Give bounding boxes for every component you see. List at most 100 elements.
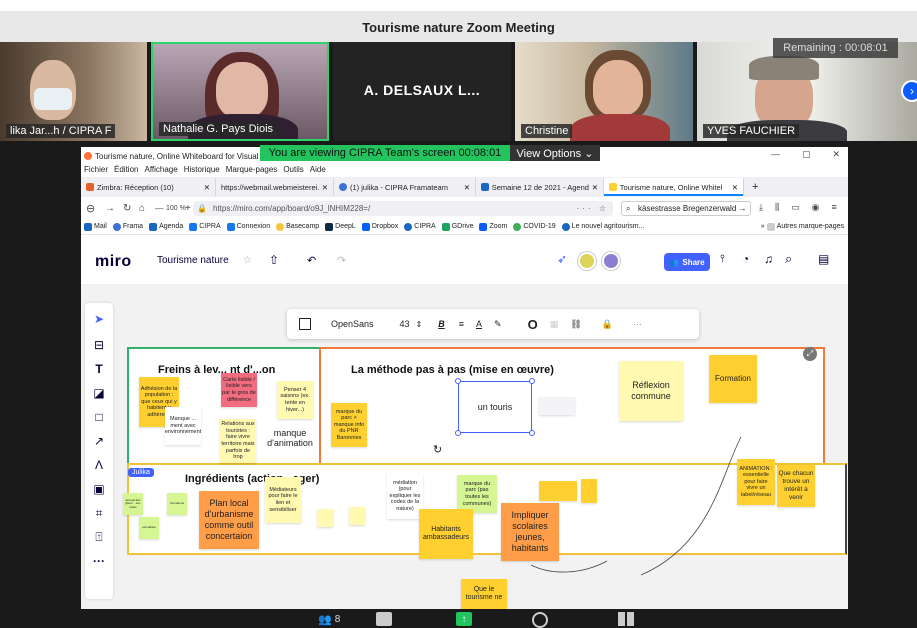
- sidebar-icon[interactable]: ▭: [791, 202, 800, 213]
- menu-icon[interactable]: ≡: [832, 202, 837, 213]
- zoom-out-icon[interactable]: —: [155, 203, 164, 213]
- bookmark-connexion[interactable]: Connexion: [226, 222, 270, 231]
- upload-tool-icon[interactable]: ⍐: [91, 529, 107, 545]
- shape-style-icon[interactable]: [299, 318, 311, 330]
- reload-icon[interactable]: ↻: [123, 203, 131, 214]
- view-options-button[interactable]: View Options ⌄: [510, 145, 600, 161]
- bookmark-frama[interactable]: Frama: [112, 222, 143, 231]
- participant-tile-3[interactable]: A. DELSAUX L...: [333, 42, 511, 141]
- search-box[interactable]: ⌕ käsestrasse Bregenzerwald →: [621, 201, 751, 216]
- bookmark-cipra-2[interactable]: CIPRA: [404, 222, 436, 231]
- sticky-note[interactable]: formations: [167, 493, 187, 515]
- sticky-note[interactable]: médiation (pour expliquer les codes de l…: [387, 473, 423, 519]
- tab-zimbra[interactable]: Zimbra: Réception (10) ✕: [81, 178, 216, 196]
- miro-canvas[interactable]: ➤ ⊟ T ◪ □ ↗ Λ ▣ ⌗ ⍐ ··· OpenSans 43 ⇕ B …: [81, 285, 848, 609]
- board-name[interactable]: Tourisme nature: [157, 255, 229, 266]
- redo-icon[interactable]: ↷: [337, 254, 346, 267]
- align-icon[interactable]: ≡: [459, 319, 464, 329]
- timer-icon[interactable]: ◔: [742, 252, 749, 266]
- library-icon[interactable]: ⫼: [775, 202, 779, 213]
- minimize-icon[interactable]: —: [771, 149, 780, 160]
- close-icon[interactable]: ✕: [832, 149, 840, 160]
- menu-marque-pages[interactable]: Marque-pages: [226, 165, 278, 177]
- font-size-stepper-icon[interactable]: ⇕: [416, 320, 423, 329]
- font-family-select[interactable]: OpenSans: [331, 319, 374, 329]
- font-size-value[interactable]: 43: [400, 319, 410, 329]
- frame-tool-icon[interactable]: ⌗: [91, 505, 107, 521]
- participant-tile-1[interactable]: lika Jar...h / CIPRA F: [0, 42, 147, 141]
- collaborator-avatar[interactable]: [578, 252, 596, 270]
- participant-tile-4[interactable]: Christine: [515, 42, 693, 141]
- text-manque-animation[interactable]: manque d'animation: [257, 428, 323, 448]
- menu-fichier[interactable]: Fichier: [84, 165, 108, 177]
- bookmark-others[interactable]: » Autres marque-pages: [761, 222, 844, 231]
- bookmark-basecamp[interactable]: Basecamp: [276, 222, 319, 231]
- record-icon[interactable]: [532, 612, 548, 628]
- notifications-icon[interactable]: ♫: [764, 252, 773, 266]
- undo-icon[interactable]: ↶: [307, 254, 316, 267]
- back-icon[interactable]: ⊖: [86, 202, 95, 215]
- settings-sliders-icon[interactable]: ⫯: [720, 253, 725, 266]
- selected-text-box[interactable]: un touris: [458, 381, 532, 433]
- comment-tool-icon[interactable]: ▣: [91, 481, 107, 497]
- fill-icon[interactable]: ▦: [550, 319, 559, 330]
- miro-logo[interactable]: miro: [95, 253, 132, 271]
- next-participants-button[interactable]: ›: [901, 80, 917, 102]
- sticky-note[interactable]: Manque ... ment avec environnement: [165, 407, 201, 445]
- menu-aide[interactable]: Aide: [310, 165, 326, 177]
- search-icon[interactable]: ⌕: [785, 251, 792, 267]
- frame-expand-icon[interactable]: ⤢: [803, 347, 817, 361]
- sticky-note[interactable]: Réflexion commune: [619, 361, 683, 421]
- zoom-level[interactable]: 100 %: [166, 205, 186, 212]
- sticky-note[interactable]: Que le tourisme ne: [461, 579, 507, 609]
- resize-handle[interactable]: [455, 378, 461, 384]
- sticky-note[interactable]: marque du parc > manque info du PNR Baro…: [331, 403, 367, 447]
- link-icon[interactable]: ⛓: [570, 319, 581, 330]
- home-icon[interactable]: ⌂: [139, 203, 145, 214]
- forward-icon[interactable]: →: [105, 203, 115, 214]
- cursor-icon[interactable]: ➶: [557, 252, 567, 266]
- menu-edition[interactable]: Édition: [114, 165, 138, 177]
- share-button[interactable]: 👥 Share: [664, 253, 710, 271]
- collaborator-avatar[interactable]: [602, 252, 620, 270]
- resize-handle[interactable]: [529, 378, 535, 384]
- highlight-icon[interactable]: ✎: [494, 319, 502, 330]
- lock-icon[interactable]: 🔒: [602, 319, 613, 330]
- bookmark-dropbox[interactable]: Dropbox: [361, 222, 398, 231]
- bookmark-agenda[interactable]: Agenda: [149, 222, 183, 231]
- page-actions-icon[interactable]: ··· ☆: [577, 204, 609, 213]
- sticky-note-empty[interactable]: [349, 507, 365, 525]
- close-tab-icon[interactable]: ✕: [464, 183, 470, 192]
- sticky-note[interactable]: Penser 4 saisons (ex. tente en hiver...): [277, 381, 313, 419]
- sticky-note-empty[interactable]: [317, 509, 333, 527]
- bookmark-gdrive[interactable]: GDrive: [441, 222, 473, 231]
- bookmark-zoom[interactable]: Zoom: [479, 222, 507, 231]
- sticky-note[interactable]: Plan local d'urbanisme comme outil conce…: [199, 491, 259, 549]
- border-icon[interactable]: O: [528, 317, 538, 332]
- tab-miro-active[interactable]: Tourisme nature, Online Whitel ✕: [604, 178, 744, 196]
- menu-historique[interactable]: Historique: [184, 165, 220, 177]
- more-options-icon[interactable]: ···: [633, 319, 642, 329]
- bookmark-mail[interactable]: Mail: [84, 222, 107, 231]
- tab-webmail[interactable]: https://webmail.webmeisterei.com✕: [216, 178, 334, 196]
- sticky-note[interactable]: Carte lisible / lisible vers par le gros…: [221, 373, 257, 407]
- star-icon[interactable]: ☆: [243, 255, 252, 266]
- close-tab-icon[interactable]: ✕: [204, 183, 210, 192]
- sticky-note[interactable]: Habitants ambassadeurs: [419, 509, 473, 559]
- more-tools-icon[interactable]: ···: [91, 553, 107, 569]
- tab-framateam[interactable]: (1) julika - CIPRA Framateam ✕: [334, 178, 476, 196]
- close-tab-icon[interactable]: ✕: [322, 183, 328, 192]
- sticky-note[interactable]: Formation: [709, 355, 757, 403]
- export-icon[interactable]: ⇧: [269, 253, 279, 267]
- reactions-grid-icon[interactable]: [618, 612, 634, 626]
- bookmark-agritourism[interactable]: Le nouvel agritourism...: [561, 222, 644, 231]
- text-color-icon[interactable]: A: [476, 319, 482, 329]
- share-screen-icon[interactable]: ↑: [456, 612, 472, 626]
- bookmark-covid[interactable]: COVID-19: [513, 222, 556, 231]
- connection-line-tool-icon[interactable]: ↗: [91, 433, 107, 449]
- close-tab-icon[interactable]: ✕: [732, 183, 738, 192]
- sticky-note[interactable]: éco-labels: [139, 517, 159, 539]
- sticky-note-empty[interactable]: [539, 397, 575, 415]
- download-icon[interactable]: ⤓: [759, 202, 763, 213]
- sticky-note[interactable]: marque du parc (pas toutes les communes): [457, 475, 497, 513]
